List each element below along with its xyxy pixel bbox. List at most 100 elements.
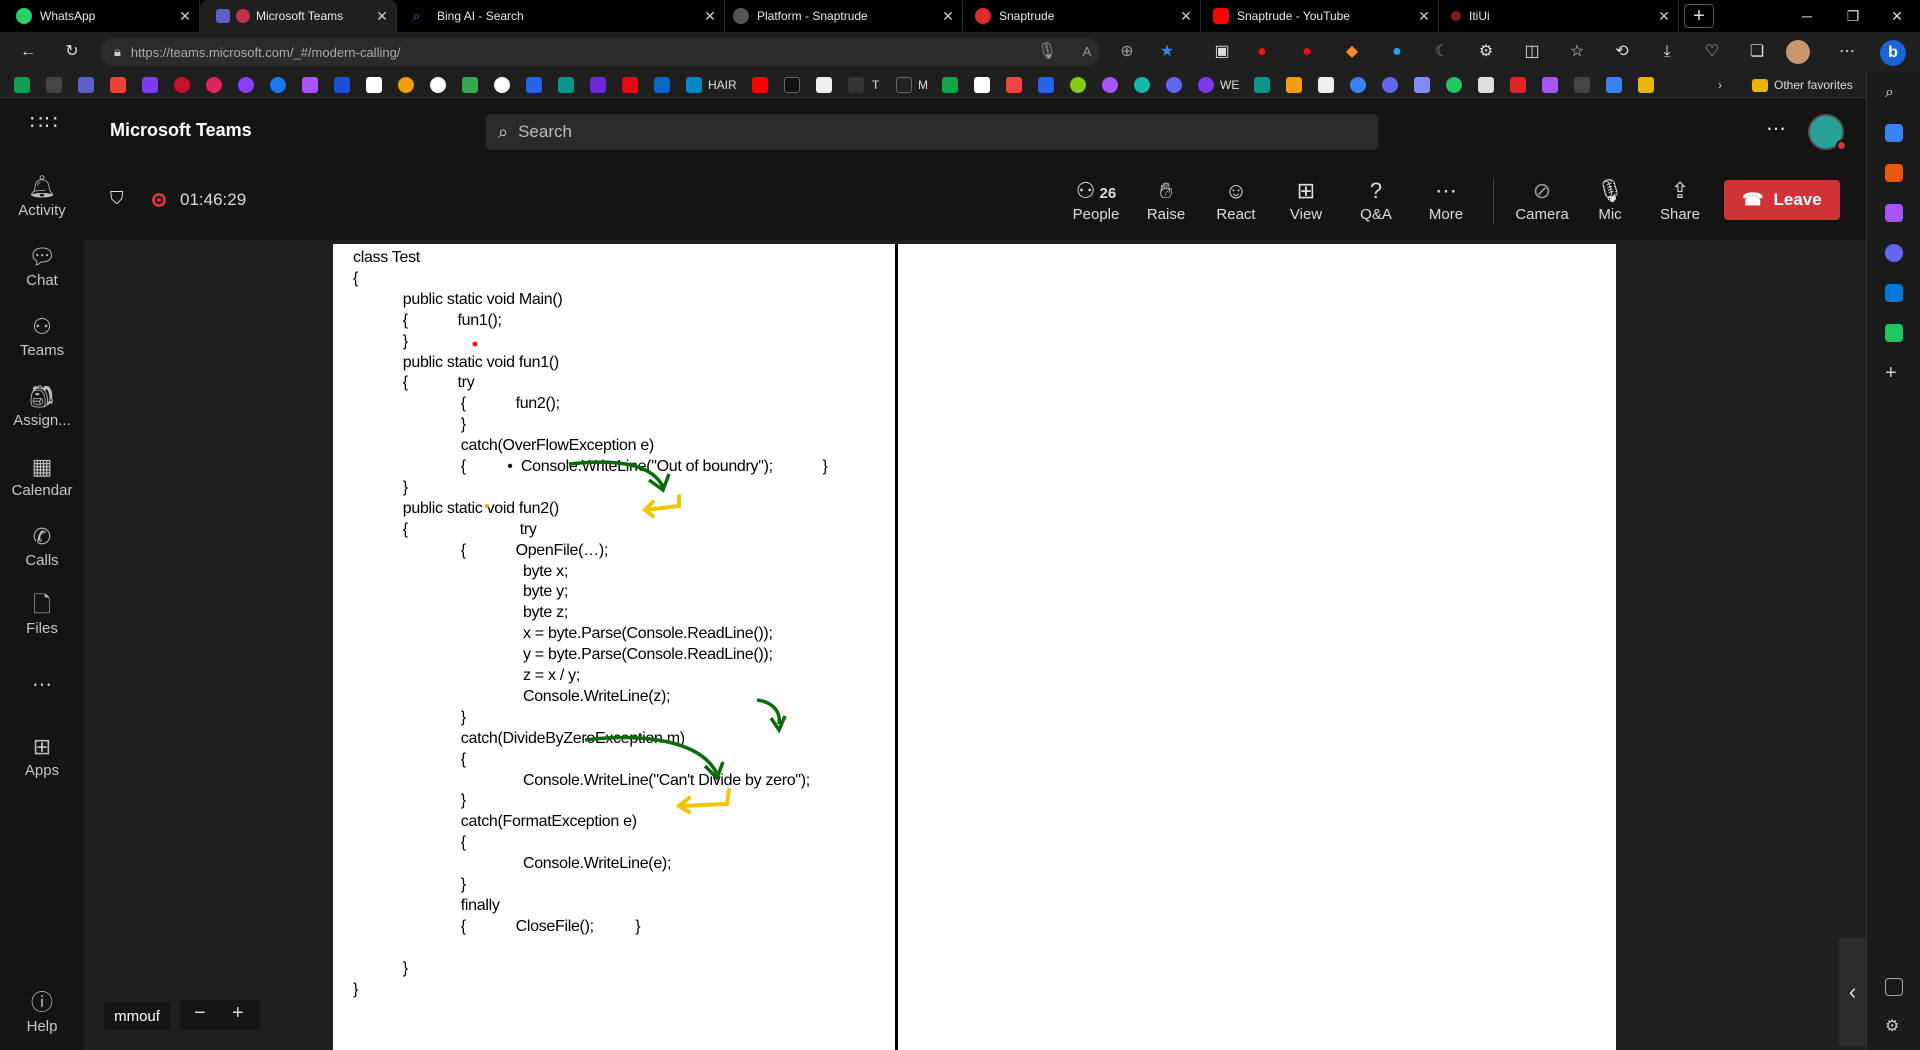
tab-snaptrude[interactable]: Snaptrude ✕: [963, 0, 1201, 32]
zoom-icon[interactable]: ⊕: [1115, 42, 1139, 62]
rail-item-teams[interactable]: ⚇ Teams: [0, 312, 84, 359]
bookmark-icon[interactable]: [174, 77, 190, 93]
extension-icon[interactable]: ●: [1250, 42, 1274, 62]
bookmark-icon[interactable]: [816, 77, 832, 93]
bookmark-icon[interactable]: [1254, 77, 1270, 93]
favorite-star-icon[interactable]: ★: [1155, 42, 1179, 62]
tab-platform-snaptrude[interactable]: Platform - Snaptrude ✕: [725, 0, 963, 32]
search-icon[interactable]: ⌕: [1885, 84, 1903, 102]
rail-item-help[interactable]: ⓘ Help: [0, 988, 84, 1035]
bookmark-icon[interactable]: [1574, 77, 1590, 93]
restore-button[interactable]: ❐: [1830, 0, 1876, 32]
bookmark-icon[interactable]: [1414, 77, 1430, 93]
bookmark-icon[interactable]: [526, 77, 542, 93]
favorite-label[interactable]: HAIR: [708, 77, 737, 93]
bookmark-icon[interactable]: [558, 77, 574, 93]
close-icon[interactable]: ✕: [368, 8, 396, 25]
metamask-icon[interactable]: ◆: [1340, 42, 1364, 62]
tab-microsoft-teams[interactable]: Microsoft Teams ✕: [200, 0, 397, 32]
bookmark-icon[interactable]: [302, 77, 318, 93]
read-aloud-icon[interactable]: A: [1075, 42, 1099, 62]
drive-icon[interactable]: [14, 77, 30, 93]
teams-icon[interactable]: [78, 77, 94, 93]
other-favorites[interactable]: Other favorites: [1774, 77, 1853, 93]
favorite-label[interactable]: T: [872, 77, 879, 93]
split-screen-icon[interactable]: ◫: [1520, 42, 1544, 62]
mic-button[interactable]: 🎙︎ Mic: [1578, 176, 1642, 223]
settings-icon[interactable]: ⚙︎: [1885, 1016, 1903, 1035]
zoom-out-button[interactable]: −: [194, 1002, 206, 1025]
bookmark-icon[interactable]: [942, 77, 958, 93]
extension-icon[interactable]: ●: [1295, 42, 1319, 62]
close-icon[interactable]: ✕: [171, 8, 199, 25]
search-input[interactable]: ⌕ Search: [486, 114, 1378, 150]
search-icon[interactable]: [334, 77, 350, 93]
shield-icon[interactable]: ⛉: [110, 188, 124, 209]
bookmark-icon[interactable]: [398, 77, 414, 93]
react-button[interactable]: ☺ React: [1204, 176, 1268, 223]
microphone-icon[interactable]: 🎙︎: [1035, 42, 1059, 62]
youtube-icon[interactable]: [752, 77, 768, 93]
minimize-button[interactable]: ─: [1784, 0, 1830, 32]
refresh-icon[interactable]: ↻: [60, 42, 84, 62]
maps-icon[interactable]: [462, 77, 478, 93]
collections-icon[interactable]: ❏: [1745, 42, 1769, 62]
facebook-icon[interactable]: [270, 77, 286, 93]
bookmark-icon[interactable]: [1198, 77, 1214, 93]
bookmark-icon[interactable]: [784, 77, 800, 93]
shopping-icon[interactable]: [1885, 124, 1903, 142]
bookmark-icon[interactable]: [1606, 77, 1622, 93]
google-icon[interactable]: [494, 77, 510, 93]
back-icon[interactable]: ←: [16, 42, 40, 62]
close-icon[interactable]: ✕: [934, 8, 962, 25]
bookmark-icon[interactable]: [1006, 77, 1022, 93]
view-button[interactable]: ⊞ View: [1274, 176, 1338, 223]
bookmark-icon[interactable]: [1318, 77, 1334, 93]
more-apps-button[interactable]: ⋯: [0, 672, 84, 697]
tab-itiui[interactable]: ItiUi ✕: [1439, 0, 1679, 32]
more-icon[interactable]: ⋯: [1835, 42, 1859, 62]
games-icon[interactable]: [1885, 204, 1903, 222]
favorites-icon[interactable]: ☆: [1565, 42, 1589, 62]
add-icon[interactable]: +: [1885, 363, 1903, 383]
close-icon[interactable]: ✕: [1172, 8, 1200, 25]
bookmark-icon[interactable]: [1885, 324, 1903, 342]
new-tab-button[interactable]: +: [1684, 4, 1714, 28]
bookmark-icon[interactable]: [1510, 77, 1526, 93]
bookmark-icon[interactable]: [46, 77, 62, 93]
amazon-icon[interactable]: [366, 77, 382, 93]
qa-button[interactable]: ? Q&A: [1344, 176, 1408, 223]
zoom-in-button[interactable]: +: [232, 1002, 244, 1025]
gmail-icon[interactable]: [110, 77, 126, 93]
outlook-icon[interactable]: [1885, 284, 1903, 302]
rail-item-files[interactable]: 🗋︎ Files: [0, 590, 84, 637]
people-button[interactable]: ⚇ 26 People: [1064, 176, 1128, 223]
bookmark-icon[interactable]: [1286, 77, 1302, 93]
share-button[interactable]: ⇪ Share: [1648, 176, 1712, 223]
bookmark-icon[interactable]: [974, 77, 990, 93]
bookmark-icon[interactable]: [206, 77, 222, 93]
favorite-label[interactable]: M: [918, 77, 928, 93]
bookmark-icon[interactable]: [686, 77, 702, 93]
download-icon[interactable]: ⤓: [1655, 42, 1679, 62]
bookmark-icon[interactable]: [1350, 77, 1366, 93]
extension-icon[interactable]: ●: [1385, 42, 1409, 62]
close-icon[interactable]: ✕: [1410, 8, 1438, 25]
close-icon[interactable]: ✕: [1650, 8, 1678, 25]
tab-bing[interactable]: ⌕ Bing AI - Search ✕: [397, 0, 725, 32]
tools-icon[interactable]: [1885, 164, 1903, 182]
close-icon[interactable]: ✕: [696, 8, 724, 25]
copilot-icon[interactable]: [1885, 244, 1903, 262]
bookmark-icon[interactable]: [1102, 77, 1118, 93]
rail-item-chat[interactable]: 💬︎ Chat: [0, 242, 84, 289]
bookmark-icon[interactable]: [1166, 77, 1182, 93]
extensions-icon[interactable]: ⚙︎: [1474, 42, 1498, 62]
bookmark-icon[interactable]: [848, 77, 864, 93]
bookmark-icon[interactable]: [1542, 77, 1558, 93]
leave-button[interactable]: ☎︎ Leave: [1724, 180, 1840, 220]
bookmark-icon[interactable]: [1134, 77, 1150, 93]
tab-youtube[interactable]: Snaptrude - YouTube ✕: [1201, 0, 1439, 32]
more-options-icon[interactable]: ⋯: [1766, 116, 1786, 141]
address-bar[interactable]: 🔒︎ https://teams.microsoft.com/_#/modern…: [100, 38, 1100, 66]
sidebar-toggle-icon[interactable]: [1885, 978, 1903, 996]
